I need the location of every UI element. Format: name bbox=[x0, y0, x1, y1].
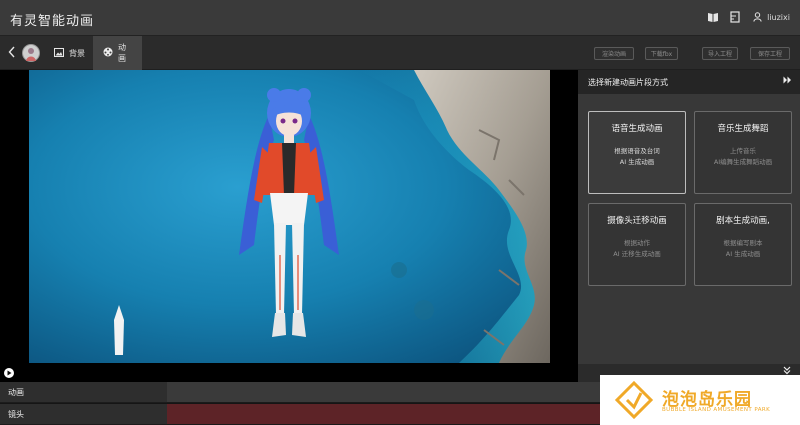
tab-animation[interactable]: 动画 bbox=[93, 36, 142, 70]
card-desc-line1: 根据编写剧本 bbox=[723, 239, 763, 247]
card-desc-line1: 根据动作 bbox=[624, 239, 650, 247]
card-desc-line1: 根据语音及台词 bbox=[614, 147, 660, 155]
voice-to-animation-card[interactable]: 语音生成动画 根据语音及台词 AI 生成动画 bbox=[588, 111, 686, 194]
film-reel-icon bbox=[103, 47, 113, 59]
header-actions: liuzixi bbox=[707, 11, 790, 23]
watermark-subtitle: BUBBLE ISLAND AMUSEMENT PARK bbox=[662, 407, 771, 413]
toolbar: 背景 动画 渲染动画 下载fbx 导入工程 保存工程 bbox=[0, 36, 800, 70]
ruler-icon[interactable] bbox=[729, 11, 741, 23]
avatar[interactable] bbox=[22, 44, 40, 62]
download-fbx-button[interactable]: 下载fbx bbox=[645, 47, 678, 60]
import-project-button[interactable]: 导入工程 bbox=[702, 47, 738, 60]
chevron-left-icon[interactable] bbox=[8, 46, 20, 60]
tab-background[interactable]: 背景 bbox=[44, 36, 95, 70]
card-title: 语音生成动画 bbox=[611, 124, 663, 134]
card-desc-line2: AI编舞生成舞蹈动画 bbox=[713, 158, 773, 166]
top-bar: 有灵智能动画 liuzixi bbox=[0, 0, 800, 36]
card-title: 摄像头迁移动画 bbox=[607, 216, 667, 226]
track-label: 镜头 bbox=[0, 404, 167, 425]
music-to-dance-card[interactable]: 音乐生成舞蹈 上传音乐 AI编舞生成舞蹈动画 bbox=[694, 111, 792, 194]
anime-character[interactable] bbox=[234, 85, 344, 350]
play-button[interactable] bbox=[4, 368, 14, 378]
card-desc-line1: 上传音乐 bbox=[730, 147, 756, 155]
user-name: liuzixi bbox=[767, 12, 790, 22]
watermark-logo-icon bbox=[614, 381, 654, 419]
render-animation-button[interactable]: 渲染动画 bbox=[594, 47, 634, 60]
card-title: 剧本生成动画, bbox=[716, 216, 770, 226]
card-desc-line2: AI 迁移生成动画 bbox=[613, 250, 661, 258]
save-project-button[interactable]: 保存工程 bbox=[750, 47, 790, 60]
book-icon[interactable] bbox=[707, 11, 719, 23]
preview-stage bbox=[0, 70, 578, 382]
app-title: 有灵智能动画 bbox=[10, 14, 95, 29]
user-icon bbox=[751, 11, 763, 23]
card-desc-line2: AI 生成动画 bbox=[619, 158, 655, 166]
new-clip-panel: 选择新建动画片段方式 语音生成动画 根据语音及台词 AI 生成动画 音乐生成舞蹈… bbox=[578, 70, 800, 382]
image-icon bbox=[54, 47, 64, 59]
panel-title: 选择新建动画片段方式 bbox=[588, 78, 668, 87]
double-chevron-right-icon[interactable] bbox=[783, 76, 792, 86]
card-desc-line2: AI 生成动画 bbox=[725, 250, 761, 258]
option-grid: 语音生成动画 根据语音及台词 AI 生成动画 音乐生成舞蹈 上传音乐 AI编舞生… bbox=[578, 94, 800, 364]
tab-label: 动画 bbox=[118, 43, 126, 63]
tab-label: 背景 bbox=[69, 48, 85, 58]
card-title: 音乐生成舞蹈 bbox=[717, 124, 769, 134]
script-to-animation-card[interactable]: 剧本生成动画, 根据编写剧本 AI 生成动画 bbox=[694, 203, 792, 286]
scene-canvas[interactable] bbox=[29, 70, 550, 363]
camera-motion-transfer-card[interactable]: 摄像头迁移动画 根据动作 AI 迁移生成动画 bbox=[588, 203, 686, 286]
watermark: 泡泡岛乐园 BUBBLE ISLAND AMUSEMENT PARK bbox=[600, 375, 800, 425]
track-label: 动画 bbox=[0, 382, 167, 403]
panel-header: 选择新建动画片段方式 bbox=[578, 70, 800, 94]
user-menu[interactable]: liuzixi bbox=[751, 11, 790, 23]
